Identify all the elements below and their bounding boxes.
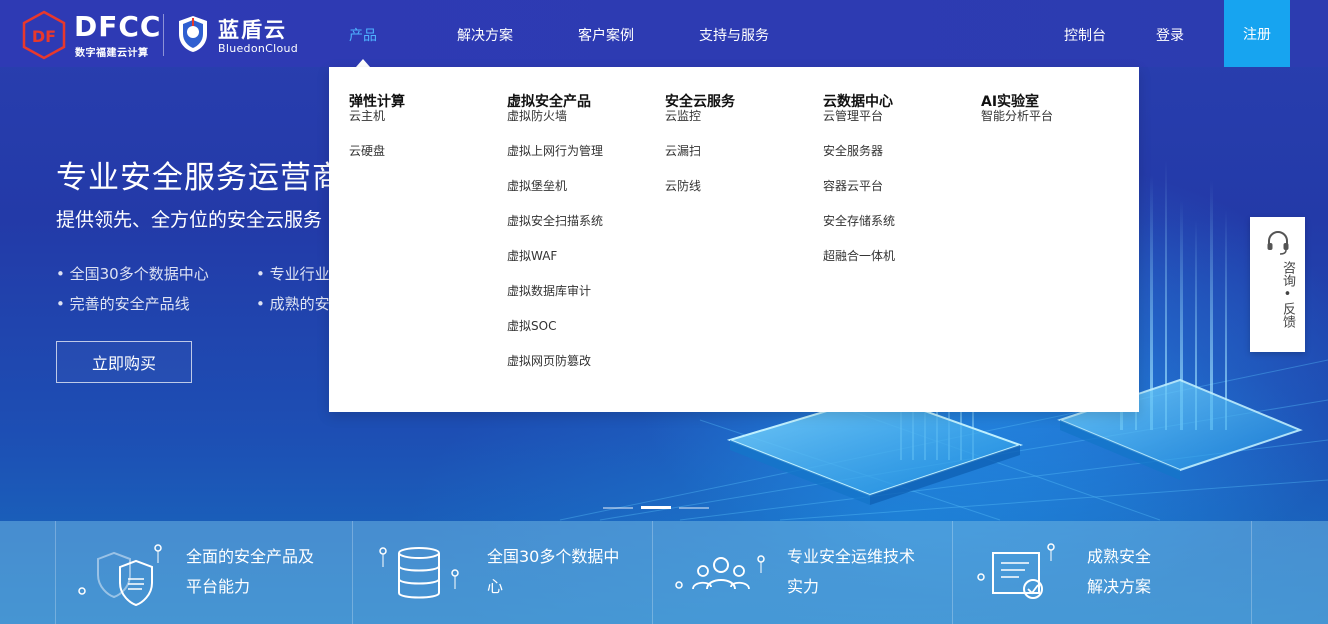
- dropdown-column-title: AI实验室: [981, 94, 1040, 110]
- nav-solutions[interactable]: 解决方案: [457, 25, 513, 45]
- buy-now-button[interactable]: 立即购买: [56, 341, 192, 383]
- feature-line: 专业安全运维技术: [787, 547, 916, 566]
- shield-icon: [78, 544, 162, 607]
- hero-bullet: • 成熟的安: [256, 295, 330, 313]
- logo-divider: [163, 14, 164, 56]
- dropdown-column-title: 安全云服务: [665, 94, 735, 110]
- dropdown-column-cloud-security: 安全云服务 云监控 云漏扫 云防线: [665, 91, 735, 214]
- dropdown-item[interactable]: 安全存储系统: [823, 214, 895, 249]
- dropdown-item[interactable]: 云漏扫: [665, 144, 735, 179]
- dropdown-item[interactable]: 虚拟上网行为管理: [507, 144, 603, 179]
- carousel-dot-active[interactable]: [641, 506, 671, 509]
- hero-title: 专业安全服务运营商: [56, 160, 344, 196]
- dropdown-column-title: 弹性计算: [349, 94, 405, 110]
- dropdown-column-virtual-security: 虚拟安全产品 虚拟防火墙 虚拟上网行为管理 虚拟堡垒机 虚拟安全扫描系统 虚拟W…: [507, 91, 603, 389]
- nav-customer-cases[interactable]: 客户案例: [578, 25, 634, 45]
- dropdown-item[interactable]: 安全服务器: [823, 144, 895, 179]
- console-link[interactable]: 控制台: [1064, 25, 1106, 45]
- hero-subtitle: 提供领先、全方位的安全云服务: [56, 209, 323, 231]
- dropdown-item[interactable]: 云防线: [665, 179, 735, 214]
- register-button[interactable]: 注册: [1224, 0, 1290, 67]
- dropdown-item[interactable]: 虚拟SOC: [507, 319, 603, 354]
- brand-subtitle: 数字福建云计算: [75, 48, 149, 59]
- feature-strip: 全面的安全产品及 平台能力 全国30多个数据中 心 专业安全运维技术 实力 成熟…: [0, 521, 1328, 624]
- feature-item[interactable]: 全面的安全产品及 平台能力: [55, 521, 352, 624]
- dropdown-item[interactable]: 虚拟安全扫描系统: [507, 214, 603, 249]
- dropdown-item[interactable]: 容器云平台: [823, 179, 895, 214]
- dfcc-logo-icon[interactable]: DF: [22, 10, 66, 60]
- consult-feedback-label: 咨询•反馈: [1280, 261, 1295, 328]
- svg-text:DF: DF: [32, 27, 56, 46]
- dropdown-column-title: 云数据中心: [823, 94, 893, 110]
- feature-line: 全面的安全产品及: [186, 547, 315, 566]
- top-navbar: DF DFCC 数字福建云计算 蓝盾云 BluedonCloud 产品 解决方案…: [0, 0, 1328, 67]
- dropdown-item[interactable]: 云主机: [349, 109, 405, 144]
- database-icon: [379, 547, 459, 599]
- dropdown-column-ai-lab: AI实验室 智能分析平台: [981, 91, 1053, 144]
- consult-feedback-tab[interactable]: 咨询•反馈: [1250, 217, 1305, 352]
- dropdown-column-title: 虚拟安全产品: [507, 94, 591, 110]
- hero-bullet: • 全国30多个数据中心: [56, 265, 209, 283]
- nav-active-caret: [356, 59, 370, 67]
- dropdown-item[interactable]: 云硬盘: [349, 144, 405, 179]
- login-link[interactable]: 登录: [1156, 25, 1184, 45]
- bluedon-shield-icon[interactable]: [177, 14, 209, 54]
- nav-products[interactable]: 产品: [349, 25, 377, 45]
- dropdown-item[interactable]: 智能分析平台: [981, 109, 1053, 144]
- feature-line: 平台能力: [186, 577, 251, 596]
- feature-line: 全国30多个数据中: [487, 547, 620, 566]
- feature-item[interactable]: 专业安全运维技术 实力: [652, 521, 952, 624]
- dropdown-item[interactable]: 虚拟防火墙: [507, 109, 603, 144]
- dropdown-item[interactable]: 虚拟WAF: [507, 249, 603, 284]
- team-icon: [675, 555, 765, 590]
- dropdown-column-elastic-compute: 弹性计算 云主机 云硬盘: [349, 91, 405, 179]
- feature-line: 解决方案: [1087, 577, 1152, 596]
- brand-logo-text[interactable]: DFCC: [74, 12, 161, 42]
- dropdown-item[interactable]: 虚拟堡垒机: [507, 179, 603, 214]
- document-check-icon: [977, 543, 1055, 599]
- hero-bullet: • 完善的安全产品线: [56, 295, 190, 313]
- dropdown-item[interactable]: 虚拟网页防篡改: [507, 354, 603, 389]
- dropdown-item[interactable]: 虚拟数据库审计: [507, 284, 603, 319]
- carousel-dot[interactable]: [679, 507, 709, 509]
- dropdown-item[interactable]: 超融合一体机: [823, 249, 895, 284]
- partner-name[interactable]: 蓝盾云: [218, 14, 287, 44]
- dropdown-column-cloud-datacenter: 云数据中心 云管理平台 安全服务器 容器云平台 安全存储系统 超融合一体机: [823, 91, 895, 284]
- dropdown-item[interactable]: 云监控: [665, 109, 735, 144]
- feature-line: 心: [487, 577, 504, 596]
- hero-bullet: • 专业行业: [256, 265, 330, 283]
- partner-subtitle: BluedonCloud: [218, 42, 299, 55]
- headset-icon: [1267, 231, 1289, 255]
- carousel-dot[interactable]: [603, 507, 633, 509]
- nav-support[interactable]: 支持与服务: [699, 25, 769, 45]
- products-dropdown: 弹性计算 云主机 云硬盘 虚拟安全产品 虚拟防火墙 虚拟上网行为管理 虚拟堡垒机…: [329, 67, 1139, 412]
- feature-item[interactable]: 成熟安全 解决方案: [952, 521, 1252, 624]
- feature-item[interactable]: 全国30多个数据中 心: [352, 521, 652, 624]
- dropdown-item[interactable]: 云管理平台: [823, 109, 895, 144]
- feature-line: 成熟安全: [1087, 547, 1152, 566]
- feature-line: 实力: [787, 577, 820, 596]
